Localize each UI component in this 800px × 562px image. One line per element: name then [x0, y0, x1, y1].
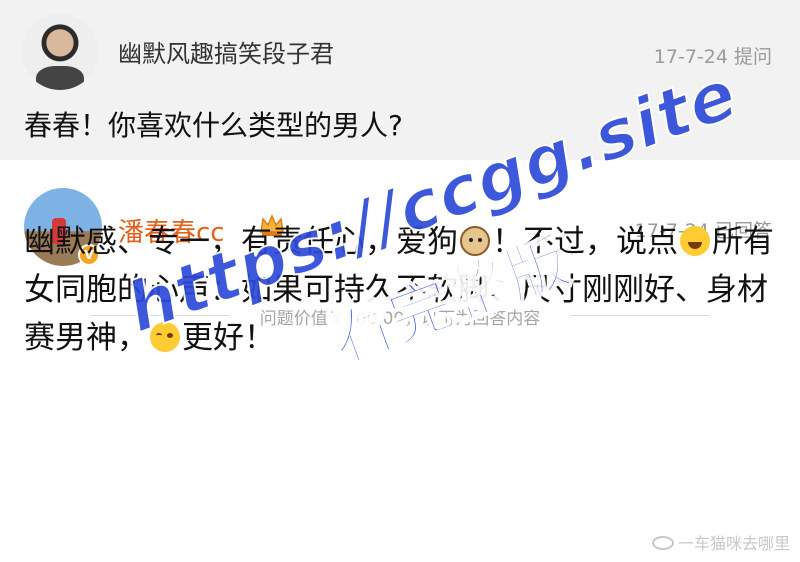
source-credit: 一车猫咪去哪里: [651, 530, 790, 554]
weibo-icon: [651, 536, 674, 550]
question-action: 提问: [733, 46, 772, 68]
answer-text-part2: ！不过，说点: [492, 224, 678, 260]
dog-face-icon: [460, 226, 490, 256]
answer-text-part4: 更好！: [182, 320, 275, 356]
question-card: 幽默风趣搞笑段子君 17-7-24 提问 春春！你喜欢什么类型的男人?: [0, 0, 800, 160]
answer-text-part1: 幽默感、专一，有责任心，爱狗: [24, 224, 458, 260]
answer-text: 幽默感、专一，有责任心，爱狗 ！不过，说点 所有女同胞的心声：如果可持久不软脚、尺寸…: [24, 218, 784, 362]
relieved-face-icon: [150, 322, 180, 352]
asker-avatar[interactable]: [22, 14, 98, 90]
question-text: 春春！你喜欢什么类型的男人?: [24, 109, 403, 142]
asker-name[interactable]: 幽默风趣搞笑段子君: [118, 34, 334, 69]
question-date: 17-7-24: [653, 46, 728, 68]
question-meta: 17-7-24 提问: [654, 42, 772, 69]
sweat-smile-icon: [680, 226, 710, 256]
credit-text: 一车猫咪去哪里: [677, 534, 790, 553]
